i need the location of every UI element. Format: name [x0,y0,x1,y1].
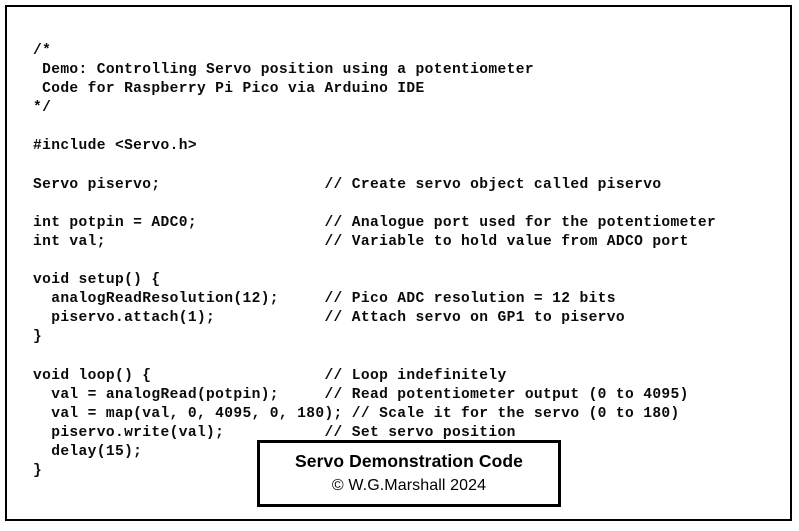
code-line: int potpin = ADC0; // Analogue port used… [33,214,717,231]
caption-title: Servo Demonstration Code [295,451,523,471]
code-line: void setup() { [33,272,161,289]
code-line: Servo piservo; // Create servo object ca… [33,176,662,193]
figure-frame: /* Demo: Controlling Servo position usin… [5,5,792,521]
code-line: int val; // Variable to hold value from … [33,233,689,250]
code-line: } [33,329,43,346]
code-line: /* [33,43,52,59]
code-line: void loop() { // Loop indefinitely [33,367,507,384]
code-line: */ [33,100,52,117]
figure-page: /* Demo: Controlling Servo position usin… [0,0,799,531]
code-line: val = analogRead(potpin); // Read potent… [33,386,689,403]
code-line: Demo: Controlling Servo position using a… [33,62,534,79]
code-line: val = map(val, 0, 4095, 0, 180); // Scal… [33,405,680,422]
caption-box: Servo Demonstration Code © W.G.Marshall … [257,440,561,507]
code-line: #include <Servo.h> [33,138,197,155]
code-line: Code for Raspberry Pi Pico via Arduino I… [33,81,425,98]
code-line: piservo.attach(1); // Attach servo on GP… [33,310,625,327]
caption-copyright: © W.G.Marshall 2024 [331,477,487,494]
code-listing: /* Demo: Controlling Servo position usin… [33,42,793,481]
code-line: analogReadResolution(12); // Pico ADC re… [33,291,616,308]
